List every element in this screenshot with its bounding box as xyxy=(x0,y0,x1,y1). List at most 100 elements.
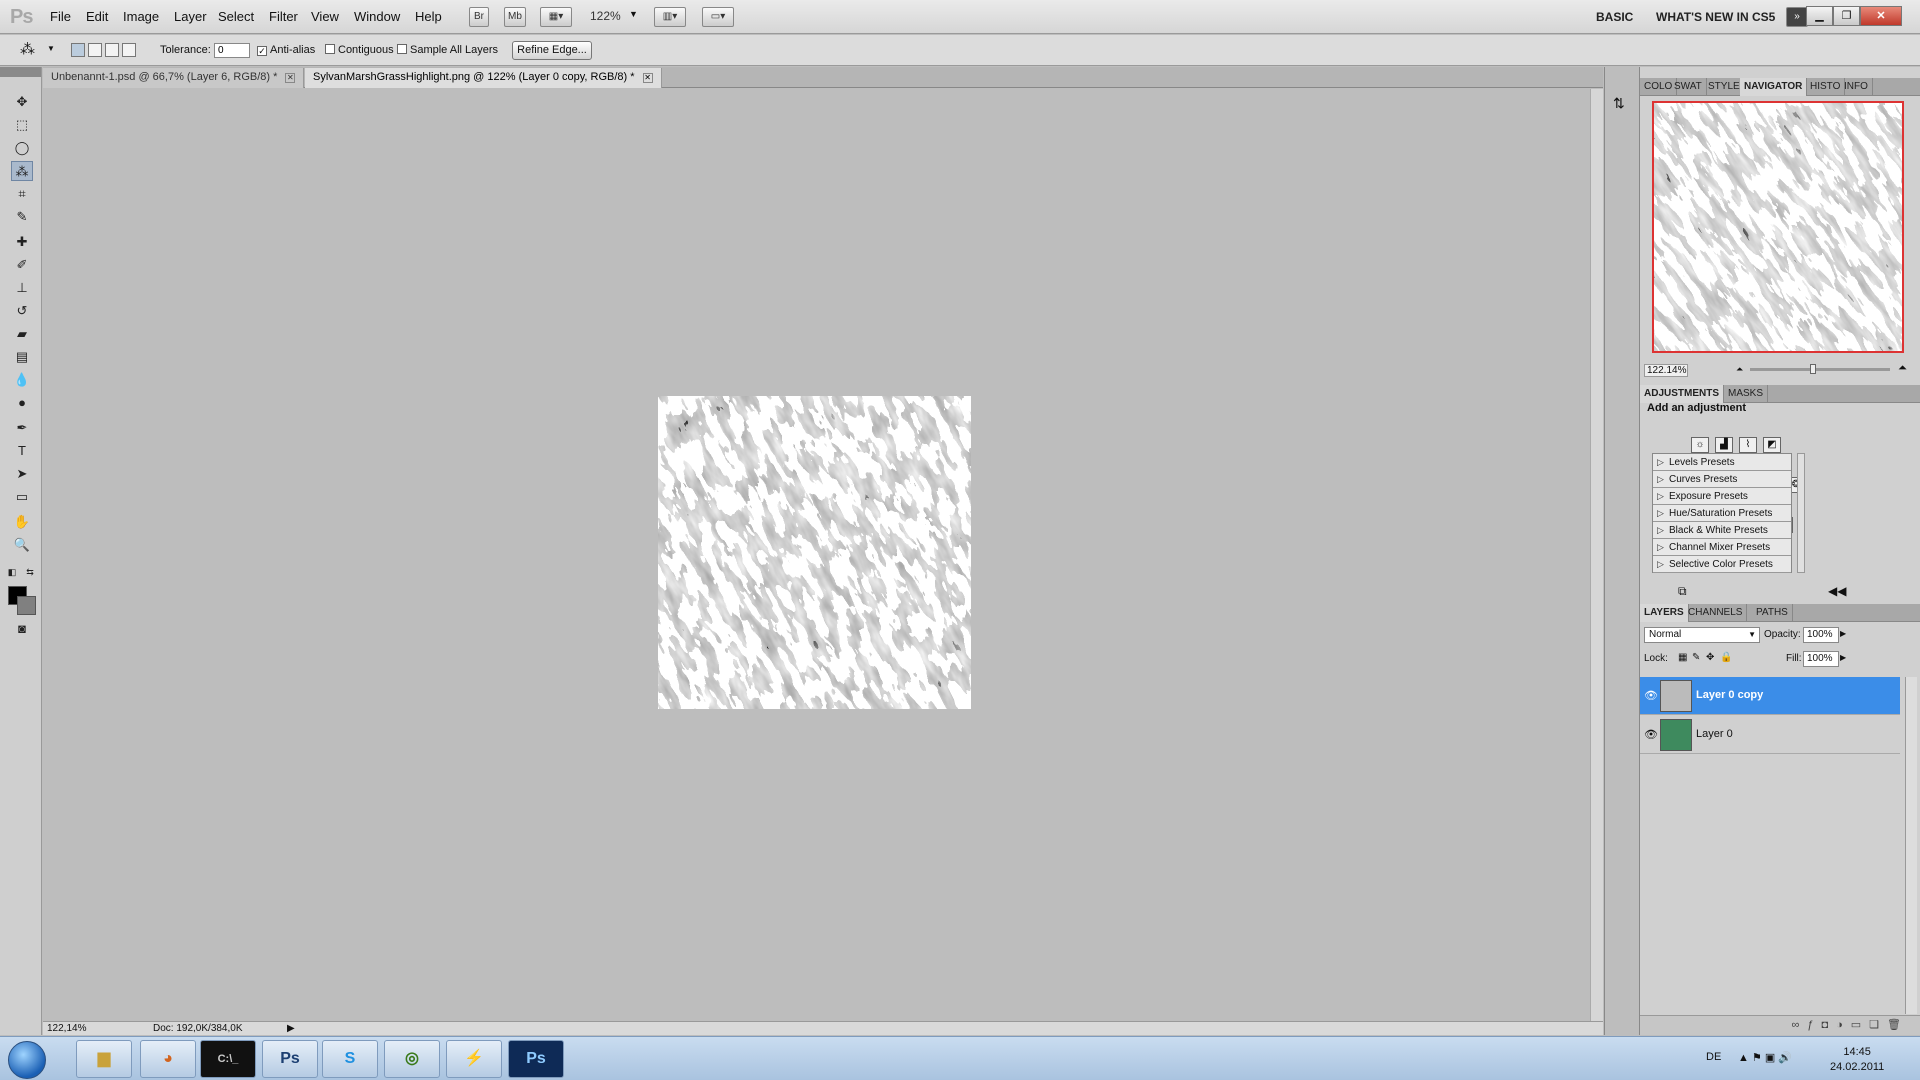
quick-selection-tool-icon[interactable]: ⁂ xyxy=(11,161,33,181)
vertical-scrollbar[interactable] xyxy=(1590,89,1603,1021)
exposure-icon[interactable]: ◩ xyxy=(1763,437,1781,453)
dodge-tool-icon[interactable]: ● xyxy=(11,393,33,413)
pen-tool-icon[interactable]: ✒ xyxy=(11,418,33,438)
quick-select-tool-icon[interactable]: ⁂ xyxy=(20,40,35,58)
type-tool-icon[interactable]: T xyxy=(11,441,33,461)
layer-name[interactable]: Layer 0 copy xyxy=(1696,689,1763,701)
preset-channel-mixer[interactable]: Channel Mixer Presets xyxy=(1653,539,1791,556)
contiguous-checkbox[interactable]: Contiguous xyxy=(325,44,394,56)
default-colors-icon[interactable]: ◧ xyxy=(6,562,18,582)
add-selection-icon[interactable] xyxy=(88,43,102,57)
layer-row[interactable]: 👁 Layer 0 xyxy=(1640,716,1900,754)
tab-sylvanmarsh[interactable]: SylvanMarshGrassHighlight.png @ 122% (La… xyxy=(305,68,662,88)
sample-all-layers-checkbox[interactable]: Sample All Layers xyxy=(397,44,498,56)
system-clock[interactable]: 14:45 24.02.2011 xyxy=(1830,1045,1884,1075)
blur-tool-icon[interactable]: 💧 xyxy=(11,370,33,390)
preset-selective-color[interactable]: Selective Color Presets xyxy=(1653,556,1791,573)
visibility-eye-icon[interactable]: 👁 xyxy=(1644,689,1658,702)
lock-image-icon[interactable]: ✎ xyxy=(1692,652,1700,663)
fill-field[interactable]: 100% xyxy=(1803,651,1839,667)
tab-adjustments[interactable]: ADJUSTMENTS xyxy=(1640,385,1725,403)
bridge-button[interactable]: Br xyxy=(469,7,489,27)
delete-layer-icon[interactable]: 🗑 xyxy=(1887,1019,1909,1031)
hand-tool-icon[interactable]: ✋ xyxy=(11,512,33,532)
presets-scrollbar[interactable] xyxy=(1797,453,1805,573)
more-workspaces-icon[interactable]: » xyxy=(1786,7,1808,27)
explorer-icon[interactable]: ▆ xyxy=(76,1040,132,1078)
winamp-icon[interactable]: ⚡ xyxy=(446,1040,502,1078)
preset-black-white[interactable]: Black & White Presets xyxy=(1653,522,1791,539)
tab-layers[interactable]: LAYERS xyxy=(1640,604,1689,622)
lock-all-icon[interactable]: 🔒 xyxy=(1720,652,1732,663)
clip-layer-icon[interactable]: ⧉ xyxy=(1678,584,1687,599)
new-group-icon[interactable]: ▭ xyxy=(1851,1019,1869,1031)
new-selection-icon[interactable] xyxy=(71,43,85,57)
start-button[interactable] xyxy=(8,1041,46,1079)
navigator-zoom-slider[interactable] xyxy=(1750,364,1890,374)
navigator-zoom-field[interactable]: 122.14% xyxy=(1644,364,1688,377)
language-indicator[interactable]: DE xyxy=(1706,1051,1721,1063)
new-adjustment-icon[interactable]: ◑ xyxy=(1836,1019,1851,1031)
brush-tool-icon[interactable]: ✐ xyxy=(11,255,33,275)
tab-close-icon[interactable]: ✕ xyxy=(642,73,653,83)
swap-colors-icon[interactable]: ⇆ xyxy=(24,562,36,582)
menu-image[interactable]: Image xyxy=(123,9,159,24)
tray-icons[interactable]: ▲ ⚑ ▣ 🔊 xyxy=(1738,1051,1792,1064)
tab-channels[interactable]: CHANNELS xyxy=(1684,604,1748,622)
console-icon[interactable]: C:\_ xyxy=(200,1040,256,1078)
preset-curves[interactable]: Curves Presets xyxy=(1653,471,1791,488)
tool-preset-dropdown-icon[interactable]: ▼ xyxy=(47,44,55,53)
menu-help[interactable]: Help xyxy=(415,9,442,24)
menu-window[interactable]: Window xyxy=(354,9,400,24)
zoom-tool-icon[interactable]: 🔍 xyxy=(11,535,33,555)
layer-row[interactable]: 👁 Layer 0 copy xyxy=(1640,677,1900,715)
status-menu-icon[interactable]: ▶ xyxy=(287,1023,295,1034)
antialias-checkbox[interactable]: ✓ Anti-alias xyxy=(257,44,315,56)
preset-levels[interactable]: Levels Presets xyxy=(1653,454,1791,471)
menu-select[interactable]: Select xyxy=(218,9,254,24)
slider-thumb[interactable] xyxy=(1810,364,1816,374)
tab-swatches[interactable]: SWAT xyxy=(1670,78,1707,96)
lasso-tool-icon[interactable]: ◯ xyxy=(11,138,33,158)
crop-tool-icon[interactable]: ⌗ xyxy=(11,184,33,204)
skype-icon[interactable]: S xyxy=(322,1040,378,1078)
lock-transparent-icon[interactable]: ▦ xyxy=(1678,652,1687,663)
minimize-icon[interactable]: ▁ xyxy=(1806,6,1833,26)
expand-view-icon[interactable]: ◀◀ xyxy=(1828,584,1846,598)
levels-icon[interactable]: ▟ xyxy=(1715,437,1733,453)
restore-icon[interactable]: ❐ xyxy=(1833,6,1860,26)
history-panel-icon[interactable]: ⇅ xyxy=(1613,95,1625,112)
tab-info[interactable]: INFO xyxy=(1840,78,1873,96)
menu-edit[interactable]: Edit xyxy=(86,9,108,24)
move-tool-icon[interactable]: ✥ xyxy=(11,92,33,112)
tab-close-icon[interactable]: ✕ xyxy=(285,73,296,83)
close-icon[interactable]: ✕ xyxy=(1860,6,1902,26)
healing-brush-tool-icon[interactable]: ✚ xyxy=(11,232,33,252)
layer-style-icon[interactable]: ƒ xyxy=(1807,1019,1821,1031)
tab-navigator[interactable]: NAVIGATOR xyxy=(1740,78,1808,96)
background-color-swatch[interactable] xyxy=(17,596,36,615)
tab-styles[interactable]: STYLE xyxy=(1704,78,1745,96)
zoom-level[interactable]: 122% xyxy=(590,9,621,23)
gradient-tool-icon[interactable]: ▤ xyxy=(11,347,33,367)
document-image[interactable] xyxy=(658,396,971,709)
workspace-basic[interactable]: BASIC xyxy=(1596,10,1633,24)
menu-view[interactable]: View xyxy=(311,9,339,24)
firefox-icon[interactable]: ◕ xyxy=(140,1040,196,1078)
layer-name[interactable]: Layer 0 xyxy=(1696,728,1733,740)
screen-mode-icon[interactable]: ▭▾ xyxy=(702,7,734,27)
preset-hue-saturation[interactable]: Hue/Saturation Presets xyxy=(1653,505,1791,522)
zoom-dropdown-icon[interactable]: ▼ xyxy=(629,9,638,19)
visibility-eye-icon[interactable]: 👁 xyxy=(1644,728,1658,741)
add-mask-icon[interactable]: ◘ xyxy=(1821,1019,1836,1031)
menu-filter[interactable]: Filter xyxy=(269,9,298,24)
photoshop-active-taskbar-icon[interactable]: Ps xyxy=(508,1040,564,1078)
brightness-icon[interactable]: ☼ xyxy=(1691,437,1709,453)
status-zoom[interactable]: 122,14% xyxy=(47,1023,86,1034)
fill-slider-icon[interactable]: ▶ xyxy=(1840,653,1846,662)
canvas-area[interactable] xyxy=(43,89,1589,1021)
eraser-tool-icon[interactable]: ▰ xyxy=(11,324,33,344)
subtract-selection-icon[interactable] xyxy=(105,43,119,57)
mini-bridge-button[interactable]: Mb xyxy=(504,7,526,27)
eyedropper-tool-icon[interactable]: ✎ xyxy=(11,207,33,227)
